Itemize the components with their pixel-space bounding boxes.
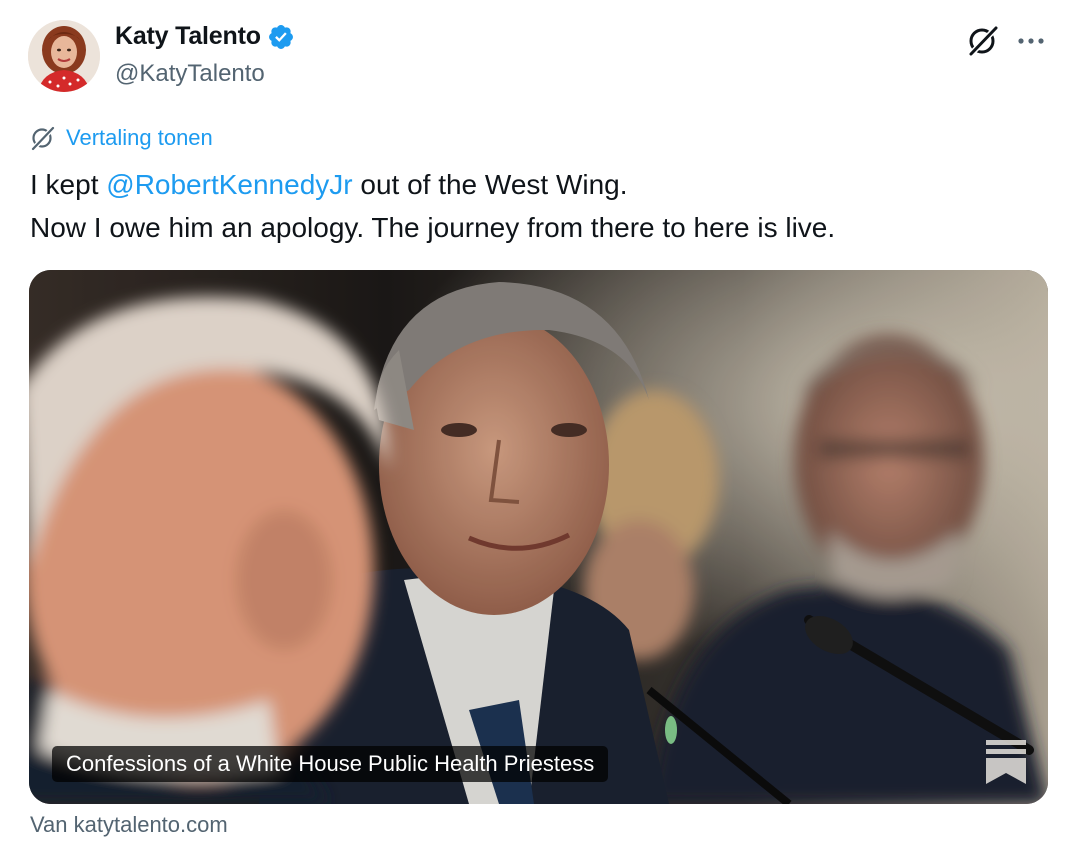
tweet-text-line-1: I kept @RobertKennedyJr out of the West … — [30, 163, 1040, 206]
author-display-name[interactable]: Katy Talento — [115, 22, 261, 51]
tweet: Katy Talento @KatyTalento Vertaling tone… — [0, 0, 1066, 842]
tweet-text-line-2: Now I owe him an apology. The journey fr… — [30, 212, 836, 243]
profile-photo-icon — [28, 20, 100, 92]
card-source-link[interactable]: Van katytalento.com — [30, 812, 228, 838]
show-translation-link[interactable]: Vertaling tonen — [30, 125, 213, 151]
more-dots-icon — [1018, 38, 1044, 44]
avatar[interactable] — [28, 20, 100, 92]
card-title[interactable]: Confessions of a White House Public Heal… — [52, 746, 609, 782]
link-card-image[interactable] — [29, 270, 1048, 804]
grok-button[interactable] — [964, 22, 1002, 60]
translate-label[interactable]: Vertaling tonen — [66, 125, 213, 151]
verified-badge-icon[interactable] — [267, 23, 295, 51]
tweet-text-post: out of the West Wing. — [352, 169, 628, 200]
more-options-button[interactable] — [1012, 22, 1050, 60]
author-handle[interactable]: @KatyTalento — [115, 60, 265, 88]
translate-icon — [31, 126, 55, 151]
press-photo — [29, 270, 1048, 804]
mention-link[interactable]: @RobertKennedyJr — [106, 169, 352, 200]
author-name-row[interactable]: Katy Talento — [115, 22, 295, 51]
tweet-text: I kept @RobertKennedyJr out of the West … — [30, 163, 1040, 249]
grok-icon — [969, 26, 998, 56]
substack-bookmark-icon — [986, 740, 1026, 784]
tweet-text-pre: I kept — [30, 169, 107, 200]
